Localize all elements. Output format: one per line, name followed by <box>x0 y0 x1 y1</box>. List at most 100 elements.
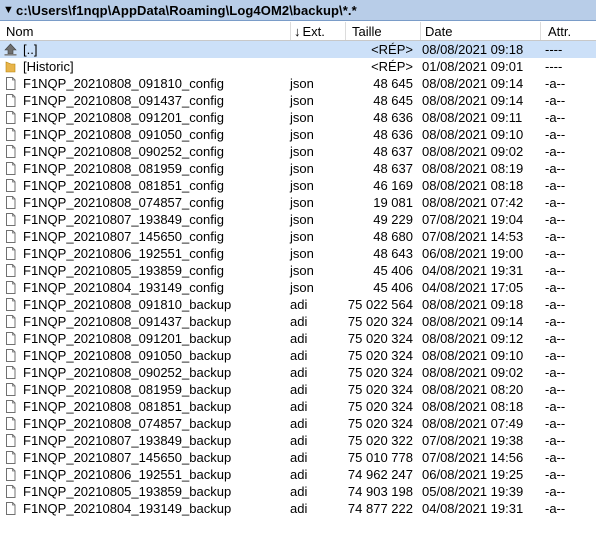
file-icon <box>4 451 17 464</box>
sort-desc-icon: ↓ <box>294 24 301 39</box>
file-ext: json <box>290 127 314 142</box>
column-ext-label: Ext. <box>302 24 325 39</box>
file-name: F1NQP_20210805_193859_config <box>23 263 224 278</box>
file-row[interactable]: F1NQP_20210805_193859_backup adi 74 903 19… <box>0 483 596 500</box>
file-attr: ---- <box>545 42 563 57</box>
file-row[interactable]: F1NQP_20210808_074857_backup adi 75 020 32… <box>0 415 596 432</box>
file-size: 75 020 324 <box>347 399 413 414</box>
file-name: F1NQP_20210808_091437_backup <box>23 314 232 329</box>
file-row[interactable]: F1NQP_20210807_193849_config json 49 229 07… <box>0 211 596 228</box>
file-row[interactable]: F1NQP_20210808_091437_backup adi 75 020 32… <box>0 313 596 330</box>
file-row[interactable]: F1NQP_20210808_091810_backup adi 75 022 56… <box>0 296 596 313</box>
file-row[interactable]: F1NQP_20210808_081959_backup adi 75 020 32… <box>0 381 596 398</box>
file-date: 08/08/2021 09:14 <box>422 93 524 108</box>
file-ext: adi <box>290 484 308 499</box>
file-date: 01/08/2021 09:01 <box>422 59 524 74</box>
file-row[interactable]: F1NQP_20210805_193859_config json 45 406 04… <box>0 262 596 279</box>
file-row[interactable]: F1NQP_20210808_091050_backup adi 75 020 32… <box>0 347 596 364</box>
column-divider[interactable] <box>345 22 346 40</box>
file-icon <box>4 349 17 362</box>
file-name: F1NQP_20210808_091201_config <box>23 110 224 125</box>
file-row[interactable]: F1NQP_20210807_193849_backup adi 75 020 32… <box>0 432 596 449</box>
file-name: F1NQP_20210808_090252_backup <box>23 365 232 380</box>
file-name: F1NQP_20210807_145650_backup <box>23 450 232 465</box>
file-icon <box>4 77 17 90</box>
file-name: F1NQP_20210808_074857_config <box>23 195 224 210</box>
file-attr: -a-- <box>545 280 566 295</box>
file-row[interactable]: [Historic] <RÉP> 01/08/2021 09:01 ---- <box>0 58 596 75</box>
column-divider[interactable] <box>290 22 291 40</box>
column-size-header[interactable]: Taille <box>352 24 382 40</box>
file-ext: json <box>290 246 314 261</box>
file-row[interactable]: F1NQP_20210804_193149_backup adi 74 877 22… <box>0 500 596 517</box>
file-row[interactable]: F1NQP_20210808_091810_config json 48 645 08… <box>0 75 596 92</box>
file-name: F1NQP_20210808_091050_backup <box>23 348 232 363</box>
file-row[interactable]: F1NQP_20210807_145650_config json 48 680 07… <box>0 228 596 245</box>
path-bar[interactable]: ▼ c:\Users\f1nqp\AppData\Roaming\Log4OM2… <box>0 0 596 21</box>
file-icon <box>4 366 17 379</box>
file-attr: -a-- <box>545 178 566 193</box>
file-row[interactable]: F1NQP_20210808_090252_config json 48 637 08… <box>0 143 596 160</box>
file-row[interactable]: F1NQP_20210804_193149_config json 45 406 04… <box>0 279 596 296</box>
file-icon <box>4 281 17 294</box>
file-row[interactable]: [..] <RÉP> 08/08/2021 09:18 ---- <box>0 41 596 58</box>
file-attr: -a-- <box>545 467 566 482</box>
file-row[interactable]: F1NQP_20210808_091050_config json 48 636 08… <box>0 126 596 143</box>
column-divider[interactable] <box>420 22 421 40</box>
file-size: 48 680 <box>373 229 413 244</box>
file-row[interactable]: F1NQP_20210808_074857_config json 19 081 08… <box>0 194 596 211</box>
file-attr: -a-- <box>545 501 566 516</box>
file-row[interactable]: F1NQP_20210808_091437_config json 48 645 08… <box>0 92 596 109</box>
file-icon <box>4 179 17 192</box>
file-ext: json <box>290 76 314 91</box>
column-date-header[interactable]: Date <box>425 24 452 40</box>
file-icon <box>4 400 17 413</box>
file-row[interactable]: F1NQP_20210807_145650_backup adi 75 010 77… <box>0 449 596 466</box>
file-date: 08/08/2021 09:12 <box>422 331 524 346</box>
file-row[interactable]: F1NQP_20210808_090252_backup adi 75 020 32… <box>0 364 596 381</box>
file-ext: json <box>290 178 314 193</box>
file-size: 75 020 324 <box>347 331 413 346</box>
file-icon <box>4 213 17 226</box>
file-attr: -a-- <box>545 365 566 380</box>
file-date: 08/08/2021 08:20 <box>422 382 524 397</box>
column-ext-header[interactable]: ↓ Ext. <box>294 24 325 40</box>
file-attr: -a-- <box>545 348 566 363</box>
file-name: F1NQP_20210806_192551_backup <box>23 467 232 482</box>
file-size: 75 020 324 <box>347 314 413 329</box>
file-date: 08/08/2021 09:11 <box>422 110 523 125</box>
file-row[interactable]: F1NQP_20210808_081851_config json 46 169 08… <box>0 177 596 194</box>
file-size: 46 169 <box>373 178 413 193</box>
file-size: 75 020 322 <box>347 433 413 448</box>
file-name: [..] <box>23 42 38 57</box>
column-attr-header[interactable]: Attr. <box>548 24 571 40</box>
file-attr: -a-- <box>545 484 566 499</box>
file-size: 48 645 <box>373 76 413 91</box>
file-size: 49 229 <box>373 212 413 227</box>
current-path[interactable]: c:\Users\f1nqp\AppData\Roaming\Log4OM2\b… <box>16 3 357 18</box>
file-ext: json <box>290 212 314 227</box>
file-row[interactable]: F1NQP_20210808_081959_config json 48 637 08… <box>0 160 596 177</box>
file-icon <box>4 230 17 243</box>
file-row[interactable]: F1NQP_20210806_192551_backup adi 74 962 24… <box>0 466 596 483</box>
file-attr: -a-- <box>545 382 566 397</box>
file-date: 08/08/2021 09:18 <box>422 297 524 312</box>
file-row[interactable]: F1NQP_20210808_091201_config json 48 636 08… <box>0 109 596 126</box>
file-name: F1NQP_20210804_193149_config <box>23 280 224 295</box>
file-row[interactable]: F1NQP_20210808_081851_backup adi 75 020 32… <box>0 398 596 415</box>
column-divider[interactable] <box>540 22 541 40</box>
file-attr: -a-- <box>545 263 566 278</box>
file-ext: adi <box>290 501 308 516</box>
file-date: 08/08/2021 08:18 <box>422 178 524 193</box>
file-size: 75 020 324 <box>347 382 413 397</box>
file-date: 08/08/2021 09:14 <box>422 76 524 91</box>
file-ext: adi <box>290 382 308 397</box>
file-name: F1NQP_20210807_145650_config <box>23 229 224 244</box>
file-attr: -a-- <box>545 229 566 244</box>
file-row[interactable]: F1NQP_20210806_192551_config json 48 643 06… <box>0 245 596 262</box>
column-name-header[interactable]: Nom <box>6 24 33 40</box>
file-row[interactable]: F1NQP_20210808_091201_backup adi 75 020 32… <box>0 330 596 347</box>
file-date: 08/08/2021 08:19 <box>422 161 524 176</box>
history-dropdown-icon[interactable]: ▼ <box>3 4 14 16</box>
file-ext: json <box>290 93 314 108</box>
